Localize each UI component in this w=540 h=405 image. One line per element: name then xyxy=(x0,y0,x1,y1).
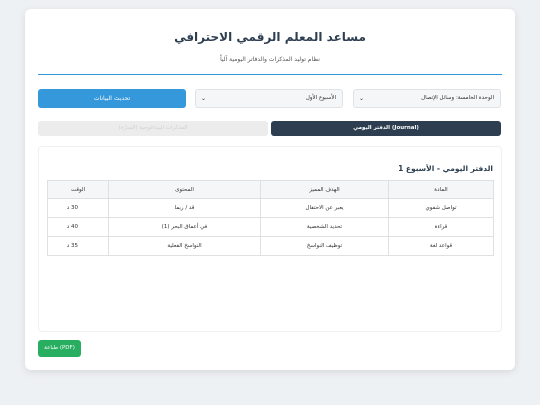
table-cell: تحديد الشخصية xyxy=(260,217,389,237)
chevron-down-icon: ⌄ xyxy=(201,95,207,102)
table-row: قواعد لغة توظيف النواسخ النواسخ الفعلية … xyxy=(47,236,494,256)
table-cell: قواعد لغة xyxy=(388,236,494,256)
tab-journal[interactable]: الدفتر اليومي (Journal) xyxy=(271,121,501,136)
table-header-row: المادة الهدف المميز المحتوى الوقت xyxy=(47,180,494,199)
table-cell: قد / ربما xyxy=(108,198,261,218)
column-header: الهدف المميز xyxy=(260,180,389,199)
table-cell: النواسخ الفعلية xyxy=(108,236,261,256)
table-cell: 35 د xyxy=(47,236,109,256)
table-cell: في أعماق البحر (1) xyxy=(108,217,261,237)
table-row: تواصل شفوي يعبر عن الاحتفال قد / ربما 30… xyxy=(47,198,494,218)
week-select-value: الأسبوع الأول xyxy=(305,95,336,101)
table-cell: 30 د xyxy=(47,198,109,218)
print-pdf-button[interactable]: طباعة (PDF) xyxy=(38,340,81,357)
week-select[interactable]: الأسبوع الأول ⌄ xyxy=(195,89,343,108)
main-card: مساعد المعلم الرقمي الاحترافي نظام توليد… xyxy=(25,9,515,370)
unit-select-value: الوحدة الخامسة: وسائل الإتصال xyxy=(421,95,494,101)
table-cell: 40 د xyxy=(47,217,109,237)
page-title: مساعد المعلم الرقمي الاحترافي xyxy=(174,30,366,44)
page-subtitle: نظام توليد المذكرات والدفاتر اليومية آلي… xyxy=(220,56,320,63)
update-data-button[interactable]: تحديث البيانات xyxy=(38,89,186,108)
column-header: المحتوى xyxy=(108,180,261,199)
table-cell: تواصل شفوي xyxy=(388,198,494,218)
table-cell: قراءة xyxy=(388,217,494,237)
journal-table: المادة الهدف المميز المحتوى الوقت تواصل … xyxy=(47,180,494,256)
journal-panel: الدفتر اليومي - الأسبوع 1 المادة الهدف ا… xyxy=(38,146,502,332)
table-row: قراءة تحديد الشخصية في أعماق البحر (1) 4… xyxy=(47,217,494,237)
header-divider xyxy=(38,74,502,75)
table-cell: يعبر عن الاحتفال xyxy=(260,198,389,218)
column-header: المادة xyxy=(388,180,494,199)
chevron-down-icon: ⌄ xyxy=(359,95,365,102)
tab-pedagogical-notes[interactable]: المذكرات البيداغوجية (المدرّة) xyxy=(38,121,268,136)
panel-title: الدفتر اليومي - الأسبوع 1 xyxy=(398,164,493,173)
unit-select[interactable]: الوحدة الخامسة: وسائل الإتصال ⌄ xyxy=(353,89,501,108)
table-cell: توظيف النواسخ xyxy=(260,236,389,256)
column-header: الوقت xyxy=(47,180,109,199)
